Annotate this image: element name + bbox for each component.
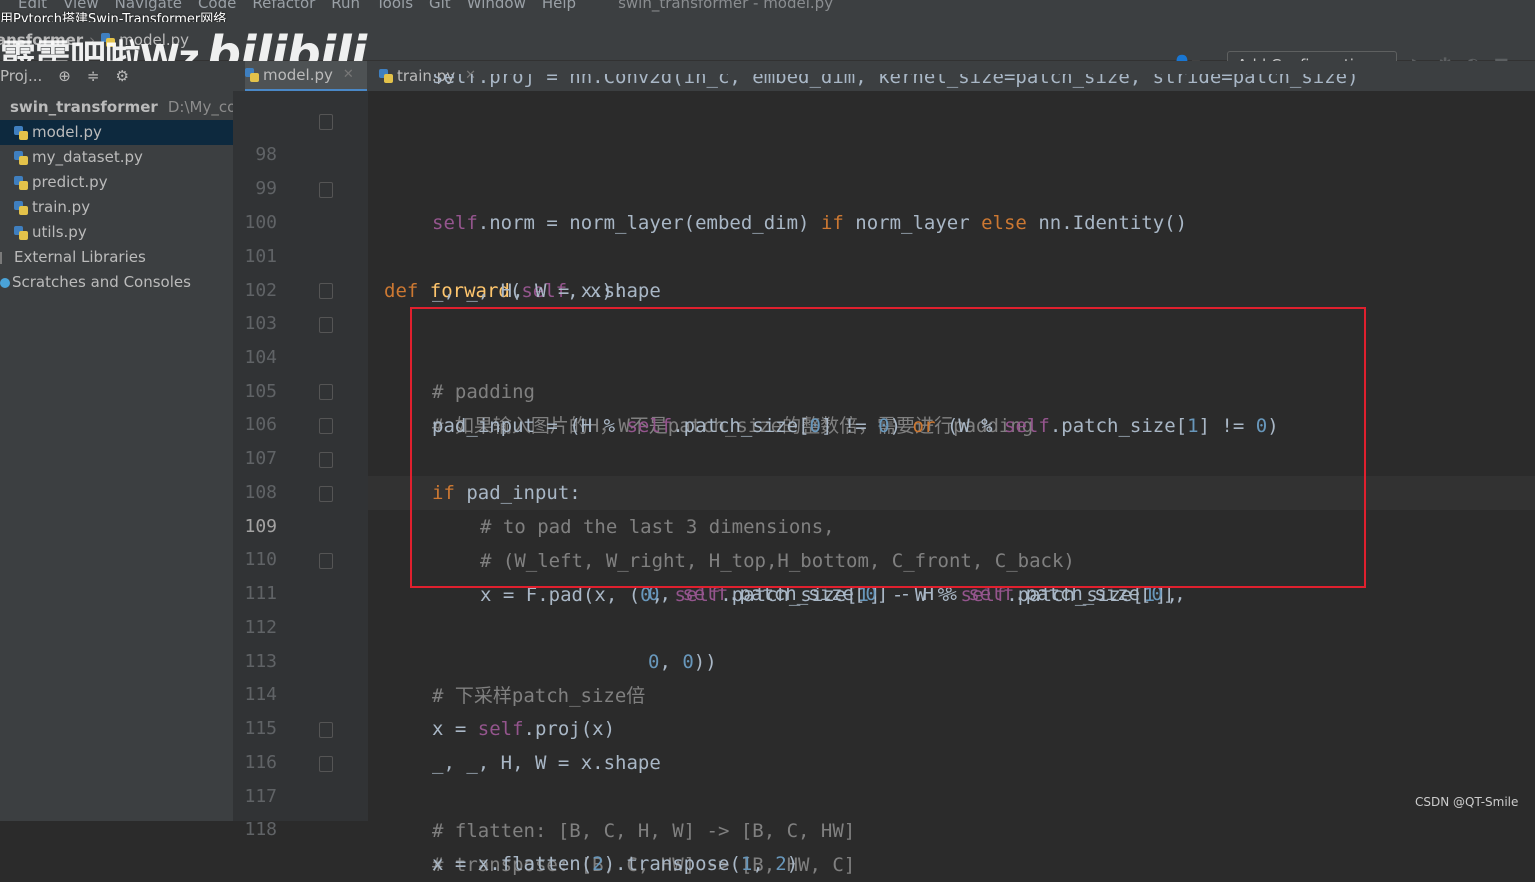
fold-marker-icon[interactable]	[319, 418, 333, 434]
csdn-watermark: CSDN @QT-Smile	[1415, 795, 1519, 809]
fold-marker-icon[interactable]	[319, 553, 333, 569]
code-line-118: 118 x = x.flatten(2).transpose(1, 2)	[0, 779, 1535, 875]
code-line-102: 102	[0, 240, 1535, 301]
menu-window[interactable]: Window	[467, 0, 526, 12]
fold-marker-icon[interactable]	[319, 317, 333, 333]
code-line-103: 103 # padding	[0, 273, 1535, 403]
code-line-101: 101 _, _, H, W = x.shape	[0, 206, 1535, 302]
code-text: x = x.flatten(2).transpose(1, 2)	[432, 853, 799, 875]
fold-marker-icon[interactable]	[319, 452, 333, 468]
menu-refactor[interactable]: Refactor	[252, 0, 315, 12]
fold-marker-icon[interactable]	[319, 384, 333, 400]
menu-help[interactable]: Help	[542, 0, 576, 12]
fold-marker-icon[interactable]	[319, 114, 333, 130]
code-line-99: 99	[0, 138, 1535, 199]
menu-tools[interactable]: Tools	[376, 0, 413, 12]
code-text: self.proj = nn.Conv2d(in_c, embed_dim, k…	[432, 74, 1359, 88]
menu-git[interactable]: Git	[429, 0, 451, 12]
line-number: 118	[244, 819, 277, 840]
code-line-114: 114 x = self.proj(x)	[0, 644, 1535, 740]
fold-marker-icon[interactable]	[319, 283, 333, 299]
code-line-115: 115 _, _, H, W = x.shape	[0, 678, 1535, 774]
fold-marker-icon[interactable]	[319, 722, 333, 738]
code-line-partial: self.proj = nn.Conv2d(in_c, embed_dim, k…	[0, 74, 1535, 94]
menu-run[interactable]: Run	[331, 0, 360, 12]
window-title: swin_transformer - model.py	[618, 0, 834, 12]
code-comment: # flatten: [B, C, H, W] -> [B, C, HW]	[432, 820, 856, 842]
code-line-117: 117 # transpose: [B, C, HW] -> [B, HW, C…	[0, 746, 1535, 876]
code-line-116: 116 # flatten: [B, C, H, W] -> [B, C, HW…	[0, 712, 1535, 842]
fold-marker-icon[interactable]	[319, 756, 333, 772]
code-line-98: 98 self.norm = norm_layer(embed_dim) if …	[0, 104, 1535, 234]
fold-marker-icon[interactable]	[319, 486, 333, 502]
annotation-highlight-box	[410, 307, 1366, 588]
fold-marker-icon[interactable]	[319, 182, 333, 198]
menu-bar: Edit View Navigate Code Refactor Run Too…	[0, 0, 1535, 22]
code-line-113: 113 # 下采样patch_size倍	[0, 611, 1535, 707]
code-line-100: 100 def forward(self, x):	[0, 172, 1535, 302]
